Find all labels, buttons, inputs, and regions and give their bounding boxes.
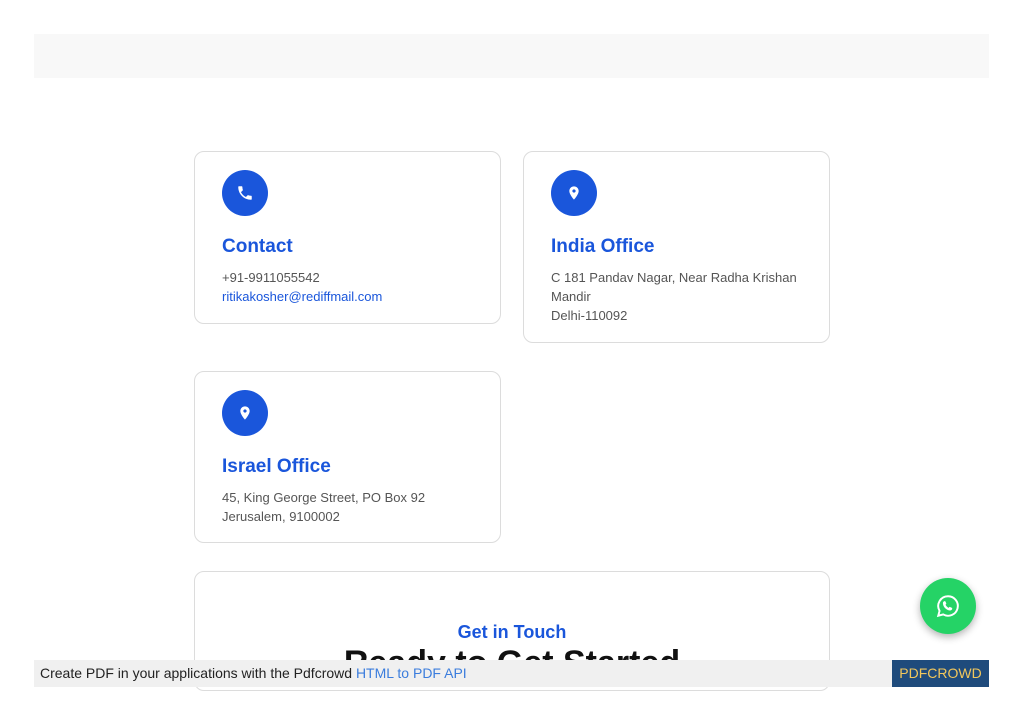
map-pin-icon bbox=[240, 406, 250, 420]
india-office-card: India Office C 181 Pandav Nagar, Near Ra… bbox=[523, 151, 830, 343]
card-title: Contact bbox=[222, 236, 293, 257]
email-link[interactable]: ritikakosher@rediffmail.com bbox=[222, 287, 473, 306]
address-line: C 181 Pandav Nagar, Near Radha Krishan bbox=[551, 270, 797, 285]
card-title: India Office bbox=[551, 236, 655, 257]
israel-office-card: Israel Office 45, King George Street, PO… bbox=[194, 371, 501, 543]
phone-icon bbox=[238, 186, 252, 200]
india-address: C 181 Pandav Nagar, Near Radha Krishan M… bbox=[551, 268, 802, 325]
contact-icon-badge bbox=[222, 170, 268, 216]
card-title: Israel Office bbox=[222, 456, 331, 477]
contact-card: Contact +91-9911055542 ritikakosher@redi… bbox=[194, 151, 501, 324]
get-in-touch-eyebrow: Get in Touch bbox=[457, 622, 567, 642]
pdfcrowd-brand-link[interactable]: PDFCROWD bbox=[892, 660, 989, 687]
pdfcrowd-message-text: Create PDF in your applications with the… bbox=[40, 665, 356, 681]
address-line: Delhi-110092 bbox=[551, 308, 628, 323]
address-line: Jerusalem, 9100002 bbox=[222, 509, 340, 524]
india-icon-badge bbox=[551, 170, 597, 216]
address-line: 45, King George Street, PO Box 92 bbox=[222, 490, 426, 505]
header-band bbox=[34, 34, 989, 78]
pdfcrowd-api-link[interactable]: HTML to PDF API bbox=[356, 665, 467, 681]
phone-number: +91-9911055542 bbox=[222, 270, 320, 285]
contact-details: +91-9911055542 ritikakosher@rediffmail.c… bbox=[222, 268, 473, 306]
israel-icon-badge bbox=[222, 390, 268, 436]
address-line: Mandir bbox=[551, 289, 591, 304]
pdfcrowd-banner: Create PDF in your applications with the… bbox=[34, 660, 989, 687]
pdfcrowd-message: Create PDF in your applications with the… bbox=[40, 660, 467, 687]
whatsapp-icon bbox=[936, 595, 959, 618]
map-pin-icon bbox=[569, 186, 579, 200]
israel-address: 45, King George Street, PO Box 92 Jerusa… bbox=[222, 488, 473, 526]
whatsapp-button[interactable] bbox=[920, 578, 976, 634]
